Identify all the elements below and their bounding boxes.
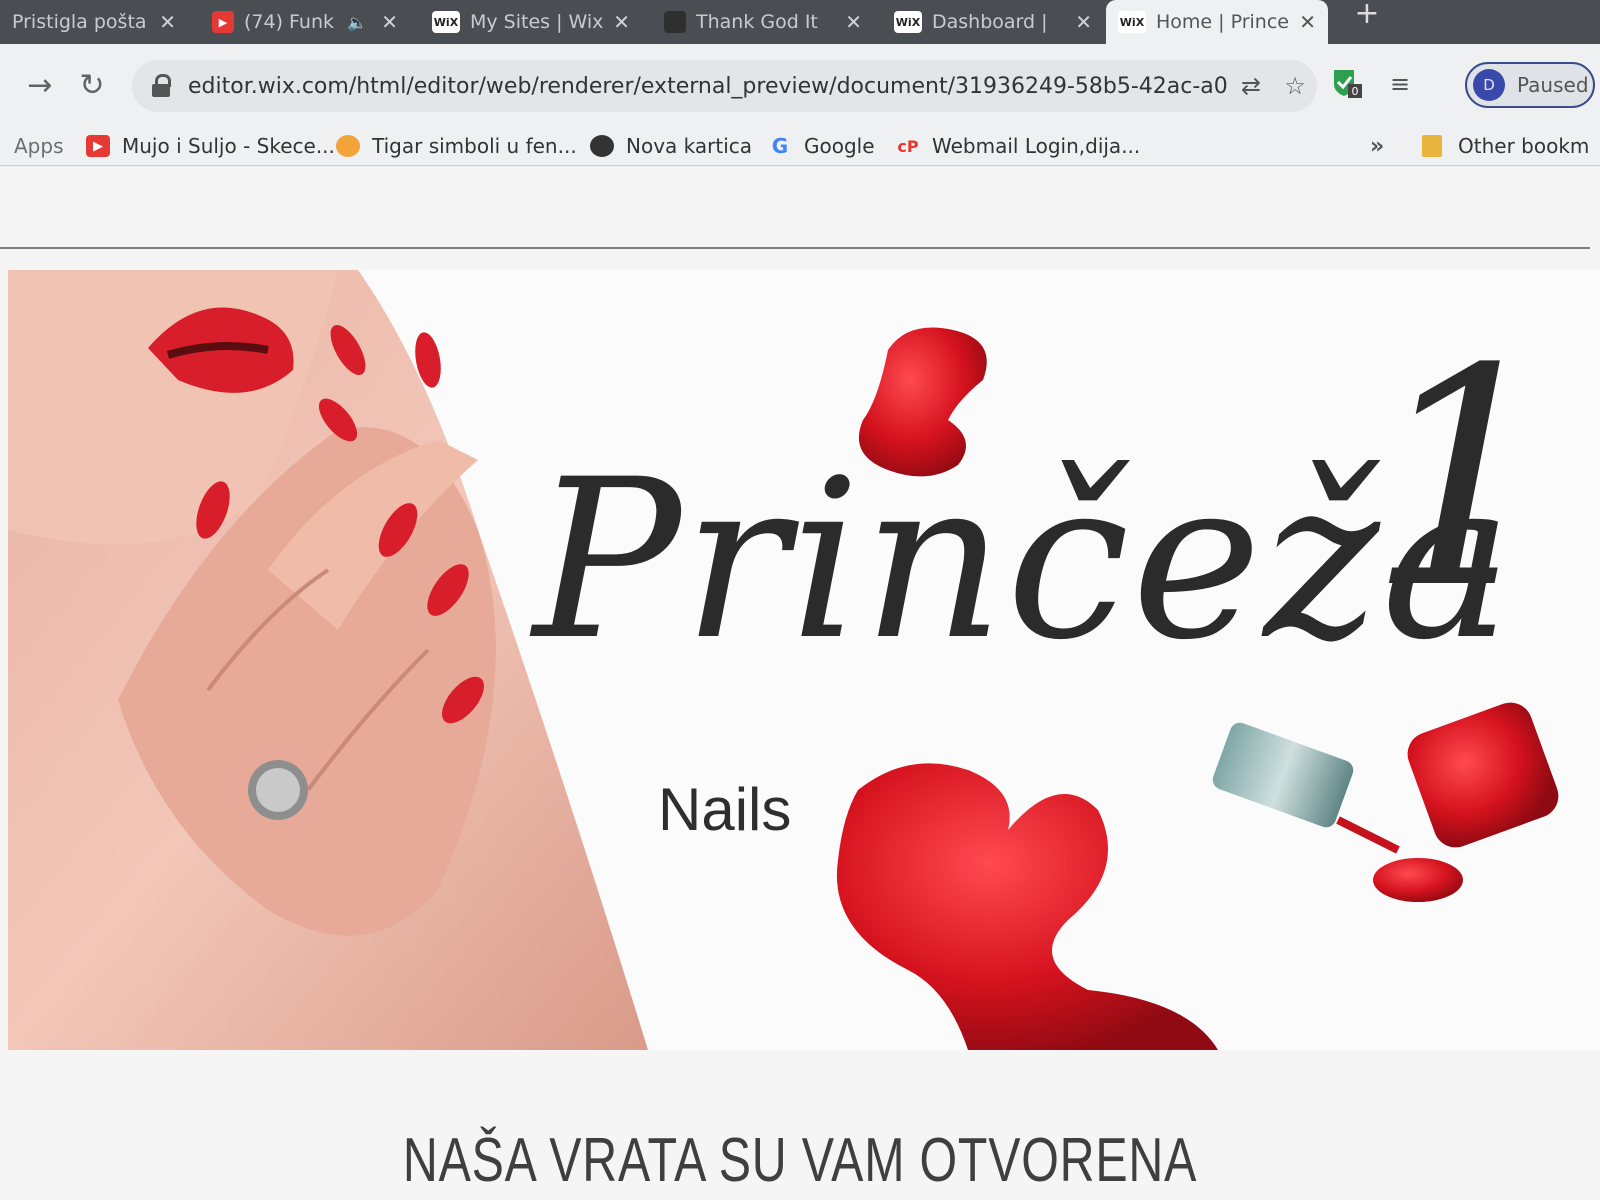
bookmarks-overflow-button[interactable]: »: [1370, 130, 1384, 162]
tab-mail[interactable]: Pristigla pošta ✕: [0, 0, 188, 44]
bookmark-label: Other bookm: [1458, 134, 1590, 158]
tab-title: Dashboard |: [932, 11, 1048, 33]
polish-bottle: [1212, 702, 1559, 902]
avatar: D: [1473, 69, 1505, 101]
reload-button[interactable]: ↻: [72, 66, 112, 106]
url-text[interactable]: editor.wix.com/html/editor/web/renderer/…: [188, 74, 1229, 99]
tab-title: Thank God It: [696, 11, 818, 33]
reading-list-icon[interactable]: ≡: [1390, 70, 1410, 98]
extension-badge: 0: [1352, 85, 1359, 98]
page-icon: [664, 11, 686, 33]
translate-icon[interactable]: ⇄: [1229, 72, 1273, 100]
other-bookmarks-folder[interactable]: Other bookm: [1422, 130, 1589, 162]
folder-icon: [1422, 135, 1442, 157]
google-icon: G: [771, 134, 789, 158]
close-icon[interactable]: ✕: [1075, 10, 1092, 34]
bookmarks-bar: Apps ▶ Mujo i Suljo - Skece... Tigar sim…: [0, 126, 1600, 166]
close-icon[interactable]: ✕: [613, 10, 630, 34]
wix-icon: WiX: [432, 11, 460, 33]
speaker-icon[interactable]: 🔈: [347, 13, 367, 32]
tab-title: Home | Prince: [1156, 11, 1289, 33]
globe-icon: [590, 135, 614, 157]
close-icon[interactable]: ✕: [381, 10, 398, 34]
profile-button[interactable]: D Paused: [1465, 62, 1595, 108]
bookmark-item[interactable]: Tigar simboli u fen...: [336, 130, 577, 162]
bookmark-item[interactable]: ▶ Mujo i Suljo - Skece...: [86, 130, 335, 162]
bookmark-star-icon[interactable]: ☆: [1273, 72, 1317, 100]
bookmark-label: Webmail Login,dija...: [932, 134, 1141, 158]
bookmark-label: Google: [804, 134, 875, 158]
youtube-icon: ▶: [86, 135, 110, 157]
wix-icon: WiX: [894, 11, 922, 33]
polish-splash-bottom: [836, 763, 1218, 1050]
bookmark-label: Nova kartica: [626, 134, 753, 158]
cpanel-icon: cP: [897, 136, 919, 156]
extension-shield-icon[interactable]: 0: [1330, 66, 1364, 100]
new-tab-button[interactable]: +: [1345, 0, 1389, 30]
tab-my-sites[interactable]: WiX My Sites | Wix ✕: [420, 0, 642, 44]
page-heading: NAŠA VRATA SU VAM OTVORENA: [402, 1126, 1198, 1195]
logo-number: 1: [1368, 305, 1559, 654]
tab-home-active[interactable]: WiX Home | Prince ✕: [1106, 0, 1328, 44]
wix-icon: WiX: [1118, 11, 1146, 33]
bookmark-item[interactable]: Nova kartica: [590, 130, 752, 162]
tab-strip: Pristigla pošta ✕ ▶ (74) Funk 🔈 ✕ WiX My…: [0, 0, 1600, 44]
profile-status: Paused: [1517, 73, 1589, 97]
bookmark-label: Tigar simboli u fen...: [372, 134, 577, 158]
forward-button[interactable]: →: [20, 66, 60, 106]
tab-thank-god[interactable]: Thank God It ✕: [652, 0, 874, 44]
youtube-icon: ▶: [212, 11, 234, 33]
page-viewport: Prinčeža 1 Nails NAŠA VRATA SU VAM OTVOR…: [0, 167, 1600, 1200]
tab-title: Pristigla pošta: [12, 11, 147, 33]
bookmark-label: Mujo i Suljo - Skece...: [122, 134, 335, 158]
hero-banner: Prinčeža 1 Nails: [8, 270, 1600, 1050]
close-icon[interactable]: ✕: [1299, 10, 1316, 34]
bookmark-item[interactable]: cP Webmail Login,dija...: [896, 130, 1140, 162]
logo-subtitle: Nails: [658, 776, 792, 843]
tab-dashboard[interactable]: WiX Dashboard | ✕: [882, 0, 1104, 44]
close-icon[interactable]: ✕: [845, 10, 862, 34]
page-icon: [336, 135, 360, 157]
browser-toolbar: → ↻ editor.wix.com/html/editor/web/rende…: [0, 44, 1600, 126]
bookmark-apps[interactable]: Apps: [14, 130, 64, 162]
bookmark-item[interactable]: G Google: [768, 130, 875, 162]
address-bar[interactable]: editor.wix.com/html/editor/web/renderer/…: [132, 60, 1317, 112]
close-icon[interactable]: ✕: [159, 10, 176, 34]
lock-icon: [152, 74, 172, 98]
header-divider: [0, 247, 1590, 249]
tab-title: (74) Funk: [244, 11, 335, 33]
tab-youtube[interactable]: ▶ (74) Funk 🔈 ✕: [200, 0, 410, 44]
tab-title: My Sites | Wix: [470, 11, 604, 33]
